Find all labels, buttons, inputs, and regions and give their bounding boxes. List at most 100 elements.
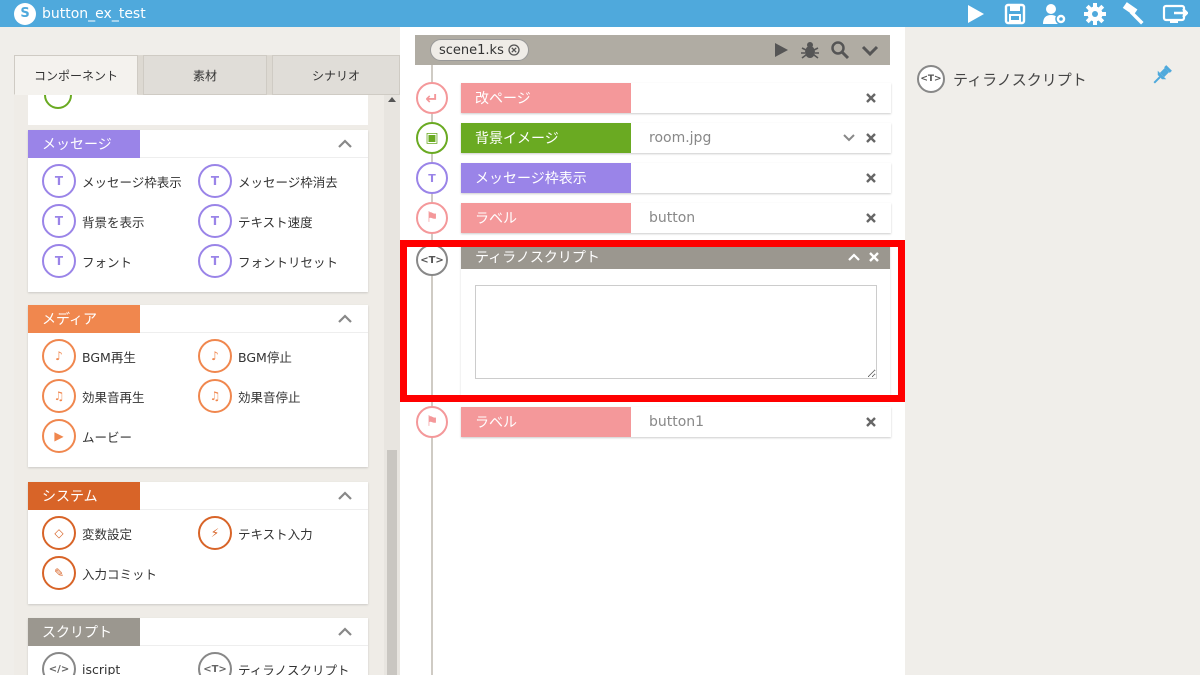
component-show-background[interactable]: T 背景を表示: [42, 204, 145, 238]
command-block[interactable]: メッセージ枠表示: [461, 163, 891, 193]
component-bgm-play[interactable]: ♪ BGM再生: [42, 339, 136, 373]
command-row-background[interactable]: ▣ 背景イメージ room.jpg: [415, 122, 891, 154]
command-block[interactable]: 改ページ: [461, 83, 891, 113]
tyranoscript-icon: <T>: [416, 244, 448, 276]
input-commit-icon: ✎: [42, 556, 76, 590]
variable-set-icon: ◇: [42, 516, 76, 550]
item-label: フォント: [82, 254, 133, 270]
bgm-play-icon: ♪: [42, 339, 76, 373]
item-label: 変数設定: [82, 526, 133, 542]
section-media: メディア ♪ BGM再生 ♪ BGM停止 ♫ 効果音再生 ♫ 効果音停止 ▶ ム…: [28, 304, 368, 467]
save-icon[interactable]: [1002, 2, 1028, 26]
component-bgm-stop[interactable]: ♪ BGM停止: [198, 339, 292, 373]
item-label: メッセージ枠消去: [238, 174, 338, 190]
chevron-up-icon[interactable]: [338, 490, 352, 500]
component-list: メッセージ T メッセージ枠表示 T メッセージ枠消去 T 背景を表示 T テキ…: [14, 95, 400, 675]
export-icon[interactable]: [1162, 2, 1188, 26]
item-label: ティラノスクリプト: [238, 662, 350, 675]
tyranoscript-header[interactable]: ティラノスクリプト: [461, 245, 890, 269]
page-break-icon: ↵: [416, 82, 448, 114]
command-row-label-2[interactable]: ⚑ ラベル button1: [415, 406, 891, 438]
scene-tools: [772, 40, 880, 60]
scene-tab[interactable]: scene1.ks: [430, 39, 529, 61]
component-font-reset[interactable]: T フォントリセット: [198, 244, 338, 278]
close-icon[interactable]: [868, 251, 880, 263]
scene-bar: scene1.ks: [415, 35, 890, 65]
command-block[interactable]: ラベル button1: [461, 407, 891, 437]
tyranoscript-icon: <T>: [917, 65, 945, 93]
command-block[interactable]: ラベル button: [461, 203, 891, 233]
component-movie[interactable]: ▶ ムービー: [42, 419, 132, 453]
command-label: ティラノスクリプト: [475, 250, 600, 266]
command-value[interactable]: room.jpg: [649, 123, 711, 153]
item-label: テキスト入力: [238, 526, 313, 542]
command-value[interactable]: button: [649, 203, 695, 233]
item-label: テキスト速度: [238, 214, 313, 230]
section-media-header[interactable]: メディア: [28, 304, 368, 333]
component-scrollbar[interactable]: [384, 95, 400, 675]
search-icon[interactable]: [830, 40, 850, 60]
tab-scenario[interactable]: シナリオ: [272, 55, 400, 95]
property-header: <T> ティラノスクリプト: [917, 65, 1087, 93]
show-background-icon: T: [42, 204, 76, 238]
command-label: 改ページ: [461, 83, 631, 113]
section-message-header[interactable]: メッセージ: [28, 129, 368, 158]
item-label: 効果音再生: [82, 389, 145, 405]
chevron-up-icon[interactable]: [338, 313, 352, 323]
message-show-icon: T: [42, 164, 76, 198]
close-circle-icon[interactable]: [508, 44, 520, 56]
users-gear-icon[interactable]: [1042, 2, 1068, 26]
command-block[interactable]: 背景イメージ room.jpg: [461, 123, 891, 153]
component-message-show[interactable]: T メッセージ枠表示: [42, 164, 182, 198]
component-se-stop[interactable]: ♫ 効果音停止: [198, 379, 301, 413]
background-image-icon: ▣: [416, 122, 448, 154]
close-icon[interactable]: [865, 212, 877, 224]
command-row-message-show[interactable]: T メッセージ枠表示: [415, 162, 891, 194]
scroll-thumb[interactable]: [387, 450, 397, 675]
tyranoscript-icon: <T>: [198, 652, 232, 675]
scroll-up-arrow-icon[interactable]: [388, 97, 396, 102]
section-media-title: メディア: [28, 304, 140, 333]
command-label: ラベル: [461, 203, 631, 233]
component-variable-set[interactable]: ◇ 変数設定: [42, 516, 132, 550]
component-tyranoscript[interactable]: <T> ティラノスクリプト: [198, 652, 350, 675]
command-row-page-break[interactable]: ↵ 改ページ: [415, 82, 891, 114]
play-icon[interactable]: [962, 2, 988, 26]
gear-icon[interactable]: [1082, 2, 1108, 26]
play-icon[interactable]: [772, 40, 790, 60]
section-system-header[interactable]: システム: [28, 481, 368, 510]
chevron-up-icon[interactable]: [338, 138, 352, 148]
font-reset-icon: T: [198, 244, 232, 278]
tyranoscript-code-textarea[interactable]: [475, 285, 877, 379]
bug-icon[interactable]: [800, 40, 820, 60]
tab-components[interactable]: コンポーネント: [14, 55, 138, 95]
chevron-down-icon[interactable]: [860, 40, 880, 60]
tab-materials[interactable]: 素材: [143, 55, 267, 95]
component-se-play[interactable]: ♫ 効果音再生: [42, 379, 145, 413]
close-icon[interactable]: [865, 132, 877, 144]
section-script-header[interactable]: スクリプト: [28, 617, 368, 646]
label-flag-icon: ⚑: [416, 406, 448, 438]
command-row-label[interactable]: ⚑ ラベル button: [415, 202, 891, 234]
close-icon[interactable]: [865, 416, 877, 428]
close-icon[interactable]: [865, 92, 877, 104]
component-message-hide[interactable]: T メッセージ枠消去: [198, 164, 338, 198]
iscript-icon: </>: [42, 652, 76, 675]
chevron-up-icon[interactable]: [338, 626, 352, 636]
message-show-icon: T: [416, 162, 448, 194]
component-text-speed[interactable]: T テキスト速度: [198, 204, 313, 238]
app-title: button_ex_test: [42, 5, 146, 22]
component-font[interactable]: T フォント: [42, 244, 132, 278]
component-input-commit[interactable]: ✎ 入力コミット: [42, 556, 157, 590]
component-iscript[interactable]: </> iscript: [42, 652, 120, 675]
component-text-input[interactable]: ⚡ テキスト入力: [198, 516, 313, 550]
chevron-up-icon[interactable]: [848, 252, 860, 262]
chevron-down-icon[interactable]: [843, 133, 855, 143]
item-label: フォントリセット: [238, 254, 339, 270]
bgm-stop-icon: ♪: [198, 339, 232, 373]
pin-icon[interactable]: [1150, 63, 1174, 87]
hammer-icon[interactable]: [1122, 1, 1148, 26]
close-icon[interactable]: [865, 172, 877, 184]
command-value[interactable]: button1: [649, 407, 704, 437]
tyranoscript-block[interactable]: ティラノスクリプト: [461, 245, 890, 395]
